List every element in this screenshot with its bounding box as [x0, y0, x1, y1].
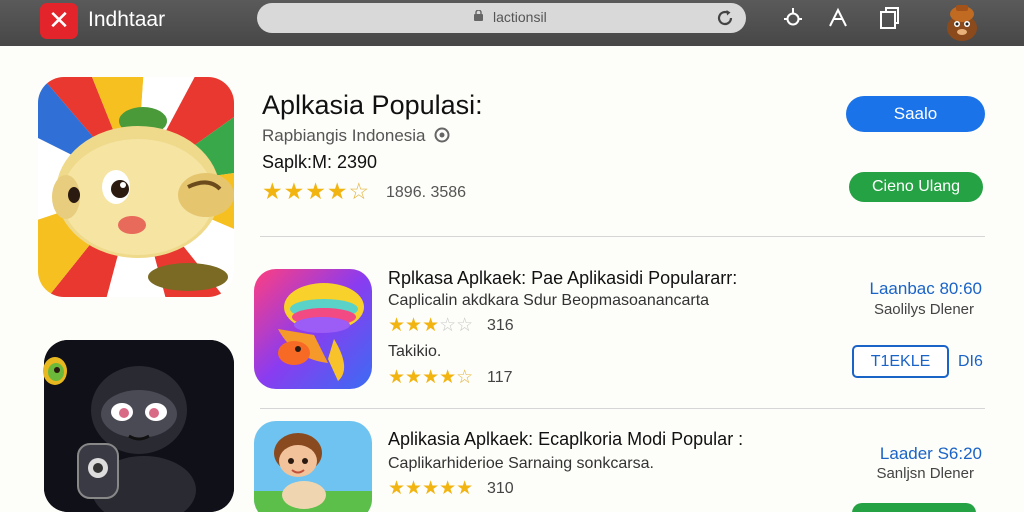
row1-rating-stars: ★★★☆☆ [388, 314, 473, 337]
row2-subtitle: Caplikarhiderioe Sarnaing sonkcarsa. [388, 455, 654, 472]
tabs-icon[interactable] [877, 6, 901, 30]
row1-app-icon[interactable] [254, 269, 372, 389]
row1-stars-empty: ☆☆ [439, 315, 474, 336]
featured-subtitle-text: Rapbiangis Indonesia [262, 126, 426, 145]
featured-secondary-button[interactable]: Cieno Ulang [849, 172, 983, 202]
featured-app-subtitle: Rapbiangis Indonesia [262, 126, 450, 146]
row-divider [260, 408, 985, 409]
row1-rating-count: 316 [487, 317, 514, 334]
row1-subtitle: Caplicalin akdkara Sdur Beopmasoanancart… [388, 292, 710, 309]
reload-icon[interactable] [714, 7, 736, 29]
badge-icon [43, 357, 67, 385]
row2-app-icon[interactable] [254, 421, 372, 512]
row2-meta: Sanljsn Dlener [876, 465, 974, 482]
row1-title[interactable]: Rplkasa Aplkaek: Pae Aplikasidi Populara… [388, 268, 737, 289]
row1-stars-filled: ★★★ [388, 315, 440, 336]
row2-rating-count: 310 [487, 480, 514, 497]
browser-top-bar: ✕ Indhtaar lactionsil [0, 0, 1024, 46]
lock-icon [474, 10, 483, 21]
featured-app-icon[interactable] [38, 77, 234, 297]
featured-rating-stars: ★★★★☆ [262, 178, 370, 205]
secondary-app-icon[interactable] [44, 340, 234, 512]
row1-stars2-filled: ★★★★ [388, 367, 457, 388]
featured-primary-button[interactable]: Saalo [846, 96, 985, 132]
row1-rating-count-2: 117 [487, 369, 513, 386]
featured-app-size: Saplk:M: 2390 [262, 152, 378, 172]
row1-meta: Saolilys Dlener [873, 301, 974, 318]
address-bar[interactable]: lactionsil [257, 3, 746, 33]
share-icon[interactable] [826, 6, 850, 30]
row2-rating-stars: ★★★★★ [388, 477, 473, 500]
featured-star-partial: ☆ [348, 178, 371, 204]
section-divider [260, 236, 985, 237]
row2-price: Laader S6:20 [879, 444, 982, 463]
row2-action-button[interactable] [852, 503, 976, 512]
featured-rating-count: 1896. 3586 [386, 184, 467, 201]
row2-title[interactable]: Aplikasia Aplkaek: Ecaplkoria Modi Popul… [388, 429, 743, 450]
extensions-icon[interactable] [781, 6, 805, 30]
row1-rating-stars-2: ★★★★☆ [388, 366, 473, 389]
row2-stars-filled: ★★★★★ [388, 478, 474, 499]
info-icon[interactable] [434, 127, 450, 143]
row1-price: Laanbac 80:60 [869, 279, 983, 298]
row1-stars2-empty: ☆ [456, 367, 474, 388]
app-logo-icon[interactable]: ✕ [40, 3, 78, 39]
app-title: Indhtaar [88, 8, 166, 31]
url-text[interactable]: lactionsil [493, 9, 547, 25]
row1-category: Takikio. [388, 343, 442, 360]
row1-action-button[interactable]: T1EKLE [852, 345, 949, 378]
row1-extra-label: DI6 [958, 353, 983, 370]
featured-app-title: Aplkasia Populasi: [262, 90, 483, 120]
featured-stars-filled: ★★★★ [262, 178, 349, 204]
profile-avatar-icon[interactable] [940, 2, 984, 42]
